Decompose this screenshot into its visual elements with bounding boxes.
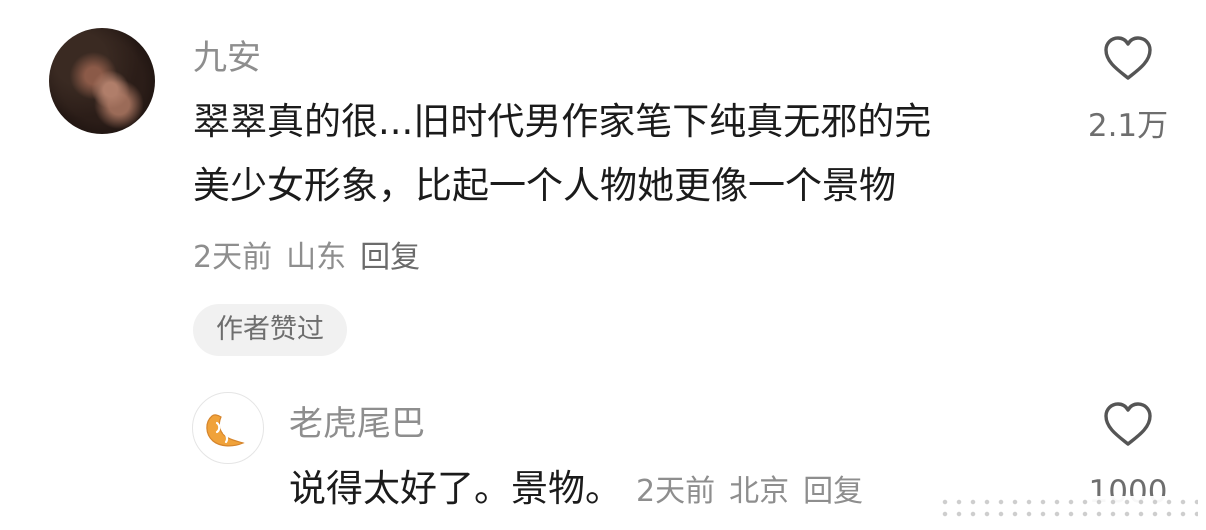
comment-location: 山东 bbox=[286, 240, 347, 275]
reply-time: 2天前 bbox=[636, 474, 716, 509]
like-control[interactable]: 2.1万 bbox=[1058, 34, 1198, 146]
author-liked-badge: 作者赞过 bbox=[193, 304, 347, 356]
reply-username[interactable]: 老虎尾巴 bbox=[289, 404, 425, 444]
heart-outline-icon[interactable] bbox=[1100, 400, 1156, 448]
reply-text: 说得太好了。景物。 bbox=[289, 467, 622, 510]
comment-meta: 2天前 山东 回复 bbox=[193, 238, 420, 278]
avatar[interactable] bbox=[49, 28, 155, 134]
comment-text-line-2: 美少女形象，比起一个人物她更像一个景物 bbox=[193, 164, 896, 207]
comment-time: 2天前 bbox=[193, 240, 273, 275]
avatar[interactable] bbox=[192, 392, 264, 464]
comment-text-line-1: 翠翠真的很...旧时代男作家笔下纯真无邪的完 bbox=[193, 100, 932, 143]
reply-location: 北京 bbox=[729, 474, 790, 509]
reply-button[interactable]: 回复 bbox=[803, 467, 863, 517]
reply-button[interactable]: 回复 bbox=[360, 238, 420, 278]
reply-meta: 2天前 北京 回复 bbox=[636, 467, 863, 517]
watermark-dots bbox=[938, 496, 1198, 520]
watermark bbox=[898, 496, 1198, 520]
like-count: 2.1万 bbox=[1087, 108, 1169, 144]
reply-content: 说得太好了。景物。 2天前 北京 回复 bbox=[289, 464, 863, 517]
croissant-icon bbox=[206, 414, 245, 447]
heart-outline-icon[interactable] bbox=[1100, 34, 1156, 82]
comment-username[interactable]: 九安 bbox=[193, 38, 261, 78]
